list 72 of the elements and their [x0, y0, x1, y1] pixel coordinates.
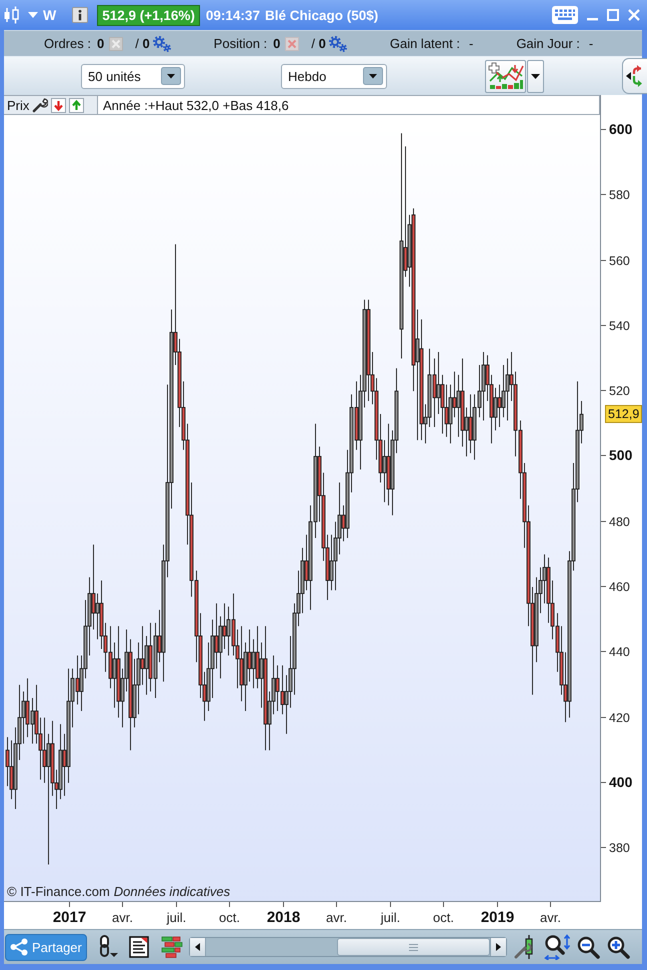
- account-total: / 0: [311, 36, 326, 51]
- x-axis-label: juil.: [380, 910, 400, 925]
- account-label: Position :: [214, 36, 268, 51]
- candlestick-icon[interactable]: [3, 6, 20, 24]
- last-price-tag: 512,9: [605, 405, 642, 424]
- wrench-icon[interactable]: [32, 97, 48, 113]
- account-label: Gain latent :: [390, 36, 460, 51]
- zoom-out-icon[interactable]: [576, 936, 600, 958]
- y-axis-label: 580: [609, 188, 630, 202]
- info-icon[interactable]: [72, 7, 88, 23]
- indicator-button[interactable]: [485, 60, 526, 92]
- caret-icon: [531, 74, 540, 78]
- clock-time: 09:14:37: [206, 8, 260, 22]
- account-label: Ordres :: [44, 36, 91, 51]
- grip-icon: [408, 944, 418, 950]
- price-change-badge: 512,9 (+1,16%): [97, 4, 200, 26]
- scroll-left-button[interactable]: [190, 938, 206, 956]
- y-axis-label: 540: [609, 319, 630, 333]
- report-icon[interactable]: [128, 936, 149, 958]
- x-axis-label: 2019: [480, 909, 514, 926]
- right-triangle-icon: [496, 943, 501, 951]
- y-axis-label: 440: [609, 645, 630, 659]
- gears-icon[interactable]: [328, 36, 347, 52]
- y-axis-label: 520: [609, 384, 630, 398]
- bars-icon[interactable]: [160, 936, 183, 958]
- x-axis-label: avr.: [326, 910, 347, 925]
- chart-indicator-icon: [488, 62, 524, 90]
- disclaimer-text: Données indicatives: [114, 884, 230, 899]
- y-axis-label: 460: [609, 580, 630, 594]
- maximize-icon[interactable]: [607, 9, 619, 21]
- y-axis-label: 420: [609, 711, 630, 725]
- scrollbar-thumb[interactable]: [336, 938, 490, 956]
- keyboard-icon[interactable]: [552, 6, 578, 24]
- y-axis-label: 500: [609, 447, 632, 463]
- x-axis-label: avr.: [540, 910, 561, 925]
- account-value: -: [468, 36, 474, 51]
- share-icon: [10, 938, 28, 956]
- account-total: / 0: [135, 36, 150, 51]
- up-arrow-icon[interactable]: [69, 98, 84, 112]
- x-axis-label: juil.: [166, 910, 186, 925]
- y-axis-label: 400: [609, 774, 632, 790]
- account-value: -: [588, 36, 594, 51]
- copyright-text: © IT-Finance.com: [7, 884, 110, 899]
- account-value: 0: [273, 36, 280, 51]
- period-select[interactable]: Hebdo: [281, 64, 387, 88]
- account-value: 0: [96, 36, 104, 51]
- close-icon[interactable]: [628, 9, 640, 21]
- side-panel-tab[interactable]: [622, 58, 647, 94]
- y-axis-label: 600: [609, 121, 632, 137]
- zoom-vertical-icon[interactable]: [544, 934, 570, 960]
- account-label: Gain Jour :: [516, 36, 580, 51]
- caret-icon[interactable]: [363, 67, 383, 85]
- x-axis-label: avr.: [112, 910, 133, 925]
- scroll-right-button[interactable]: [490, 938, 506, 956]
- dropdown-button[interactable]: [527, 60, 544, 92]
- x-axis-label: 2017: [52, 909, 86, 926]
- swap-arrows-icon: [626, 64, 642, 88]
- y-axis-label: 480: [609, 515, 630, 529]
- x-axis-label: 2018: [266, 909, 300, 926]
- zoom-in-icon[interactable]: [606, 936, 630, 958]
- x-axis-label: oct.: [433, 910, 454, 925]
- down-arrow-icon[interactable]: [51, 98, 66, 112]
- gears-icon[interactable]: [152, 36, 171, 52]
- series-label[interactable]: Prix: [7, 98, 30, 112]
- caret-icon[interactable]: [161, 67, 181, 85]
- x-axis-label: oct.: [219, 910, 240, 925]
- horizontal-scrollbar[interactable]: [188, 937, 507, 957]
- instrument-title: Blé Chicago (50$): [264, 8, 378, 22]
- quantity-select[interactable]: 50 unités: [81, 64, 185, 88]
- y-axis-label: 380: [609, 841, 630, 855]
- left-triangle-icon: [194, 943, 200, 951]
- y-axis-label: 560: [609, 254, 630, 268]
